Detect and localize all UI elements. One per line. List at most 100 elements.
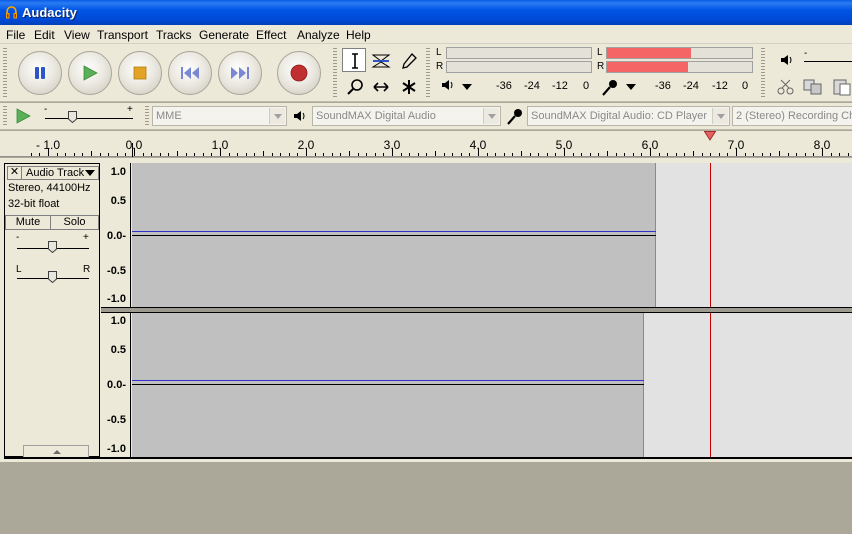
ruler-tick (581, 153, 583, 156)
scale-label: 0.0- (107, 230, 126, 242)
ruler-tick (65, 153, 67, 156)
playback-position-marker-icon[interactable] (704, 131, 716, 141)
meter-scale-label: -24 (524, 80, 540, 92)
ruler-tick (538, 153, 540, 156)
ruler-tick (469, 153, 471, 156)
ruler-tick (30, 153, 32, 156)
paste-icon[interactable] (832, 78, 852, 99)
speaker-icon[interactable] (440, 78, 456, 95)
ruler-tick (211, 153, 213, 156)
menu-effect[interactable]: Effect (256, 28, 286, 42)
copy-icon[interactable] (802, 78, 824, 99)
input-channels-dropdown[interactable]: 2 (Stereo) Recording Ch (732, 106, 852, 126)
record-meter-right[interactable] (606, 61, 753, 73)
meter-grip[interactable] (426, 48, 430, 98)
gain-slider-thumb-icon[interactable] (48, 241, 57, 253)
vertical-scale-right[interactable]: 1.0 0.5 0.0- -0.5 -1.0 (101, 313, 131, 457)
mixer-grip[interactable] (761, 48, 765, 98)
ruler-tick (460, 153, 462, 156)
draw-tool[interactable] (396, 48, 420, 72)
ruler-tick (194, 153, 196, 156)
multi-tool[interactable] (396, 74, 420, 98)
device-grip[interactable] (145, 106, 149, 127)
pencil-icon (402, 53, 417, 69)
audio-host-dropdown[interactable]: MME (152, 106, 287, 126)
ruler-tick (254, 153, 256, 156)
ruler-tick (297, 153, 299, 156)
zoom-tool[interactable] (342, 74, 366, 98)
track-area: ✕ Audio Track Stereo, 44100Hz 32-bit flo… (0, 158, 852, 462)
window-title: Audacity (22, 5, 77, 20)
menu-file[interactable]: File (6, 28, 25, 42)
ruler-tick (641, 153, 643, 156)
microphone-icon[interactable] (600, 78, 620, 101)
stop-button[interactable] (118, 51, 162, 95)
pan-slider-thumb-icon[interactable] (48, 271, 57, 283)
waveform-left-channel[interactable] (132, 163, 852, 307)
skip-to-start-button[interactable] (168, 51, 212, 95)
menu-analyze[interactable]: Analyze (297, 28, 340, 42)
track-format: Stereo, 44100Hz (8, 182, 91, 194)
ruler-tick (383, 153, 385, 156)
track-name-button[interactable]: ✕ Audio Track (7, 166, 99, 180)
waveform-line (132, 380, 644, 381)
play-meter-left[interactable] (446, 47, 592, 59)
vertical-scale-left[interactable]: 1.0 0.5 0.0- -0.5 -1.0 (101, 163, 131, 307)
menu-help[interactable]: Help (346, 28, 371, 42)
ruler-tick (564, 148, 565, 156)
waveform-right-channel[interactable] (132, 313, 852, 457)
mute-button[interactable]: Mute (5, 215, 51, 230)
asterisk-icon (402, 80, 416, 94)
pause-button[interactable] (18, 51, 62, 95)
output-device-dropdown[interactable]: SoundMAX Digital Audio (312, 106, 501, 126)
gain-minus-label: - (16, 232, 20, 243)
menu-generate[interactable]: Generate (199, 28, 249, 42)
record-meter-left[interactable] (606, 47, 753, 59)
skip-to-end-button[interactable] (218, 51, 262, 95)
menu-edit[interactable]: Edit (34, 28, 55, 42)
ruler-tick (452, 153, 454, 156)
play-speed-slider-thumb-icon[interactable] (68, 111, 77, 123)
envelope-tool[interactable] (368, 48, 392, 72)
gain-plus-label: + (83, 232, 89, 243)
record-icon (290, 64, 308, 82)
record-button[interactable] (277, 51, 321, 95)
menu-view[interactable]: View (64, 28, 90, 42)
meter-scale-label: 0 (742, 80, 749, 92)
output-volume-slider[interactable] (804, 61, 852, 62)
pause-icon (35, 67, 45, 79)
scale-label: -1.0 (107, 443, 126, 455)
track-control-panel[interactable]: ✕ Audio Track Stereo, 44100Hz 32-bit flo… (4, 163, 100, 459)
transcription-grip[interactable] (3, 106, 7, 127)
record-meter-menu-chevron-icon[interactable] (626, 84, 636, 90)
ruler-tick (220, 148, 221, 156)
title-bar[interactable]: Audacity (0, 0, 852, 25)
input-device-value: SoundMAX Digital Audio: CD Player (531, 110, 708, 122)
play-meter-menu-chevron-icon[interactable] (462, 84, 472, 90)
selected-region (132, 313, 644, 457)
ruler-tick (374, 153, 376, 156)
play-button[interactable] (68, 51, 112, 95)
close-track-icon[interactable]: ✕ (8, 167, 22, 179)
output-device-value: SoundMAX Digital Audio (316, 110, 436, 122)
play-at-speed-button[interactable] (14, 107, 32, 128)
scale-label: 0.5 (110, 344, 126, 356)
toolbar-grip[interactable] (3, 48, 7, 98)
play-meter-right[interactable] (446, 61, 592, 73)
time-shift-tool[interactable] (368, 74, 392, 98)
scale-label: 1.0 (110, 315, 126, 327)
ruler-tick (503, 153, 505, 156)
track-bottom-border (4, 457, 852, 459)
ruler-tick (847, 153, 849, 156)
solo-button[interactable]: Solo (50, 215, 99, 230)
ruler-tick (804, 153, 806, 156)
timeline-ruler[interactable]: - 1.0 0.0 1.0 2.0 3.0 4.0 5.0 6.0 7.0 8.… (0, 131, 852, 157)
chevron-down-icon (483, 108, 499, 124)
scissors-icon[interactable] (776, 78, 796, 99)
selection-tool[interactable] (342, 48, 366, 72)
input-device-dropdown[interactable]: SoundMAX Digital Audio: CD Player (527, 106, 730, 126)
menu-tracks[interactable]: Tracks (156, 28, 192, 42)
play-speed-slider[interactable] (45, 118, 133, 119)
tools-grip[interactable] (333, 48, 337, 98)
menu-transport[interactable]: Transport (97, 28, 148, 42)
